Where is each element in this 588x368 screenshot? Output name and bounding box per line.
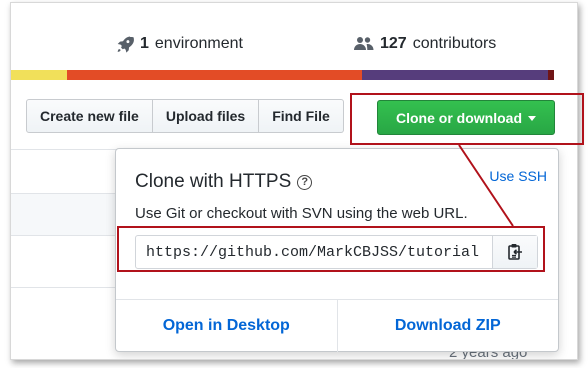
file-row-divider	[11, 193, 119, 194]
environments-link[interactable]: 1 environment	[116, 35, 243, 53]
environments-count: 1	[140, 35, 149, 52]
language-segment	[11, 70, 67, 80]
contributors-count: 127	[380, 35, 407, 52]
question-icon[interactable]: ?	[297, 174, 313, 190]
download-zip-button[interactable]: Download ZIP	[336, 300, 559, 352]
contributors-link[interactable]: 127 contributors	[354, 35, 496, 53]
file-row-divider	[11, 287, 119, 288]
file-actions: Create new file Upload files Find File	[26, 99, 344, 133]
screenshot-frame: 1 environment 127 contributors Create ne…	[10, 2, 578, 360]
popup-title-text: Clone with HTTPS	[135, 171, 292, 192]
create-new-file-button[interactable]: Create new file	[26, 99, 153, 133]
popup-footer: Open in Desktop Download ZIP	[116, 299, 558, 352]
contributors-label: contributors	[412, 35, 497, 52]
language-segment	[548, 70, 554, 80]
find-file-button[interactable]: Find File	[259, 99, 344, 133]
language-segment	[67, 70, 362, 80]
language-segment	[362, 70, 548, 80]
file-row-highlight	[11, 193, 115, 235]
use-ssh-link[interactable]: Use SSH	[489, 168, 547, 184]
annotation-box-clone-button	[350, 93, 584, 145]
file-row-divider	[11, 149, 119, 150]
open-in-desktop-button[interactable]: Open in Desktop	[116, 300, 337, 352]
popup-title: Clone with HTTPS ?	[135, 171, 313, 193]
upload-files-button[interactable]: Upload files	[152, 99, 260, 133]
environments-label: environment	[154, 35, 243, 52]
language-bar[interactable]	[11, 70, 577, 80]
clone-description: Use Git or checkout with SVN using the w…	[135, 205, 468, 222]
rocket-icon	[117, 36, 134, 53]
annotation-box-url-field	[117, 226, 545, 272]
people-icon	[354, 37, 374, 50]
repo-summary: 1 environment 127 contributors	[11, 3, 577, 67]
file-row-divider	[11, 235, 119, 236]
